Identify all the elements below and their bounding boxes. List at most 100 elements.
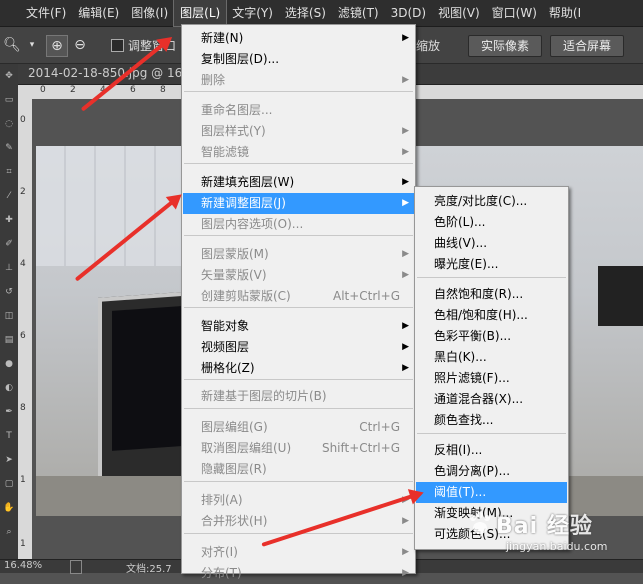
layer-menu-item[interactable]: 新建(N) ▶: [183, 28, 414, 49]
vertical-ruler[interactable]: 0 2 4 6 8 1 1: [18, 99, 32, 559]
dodge-tool-icon[interactable]: ◐: [3, 382, 15, 394]
menu-item-shortcut: Ctrl+G: [359, 420, 400, 434]
marquee-tool-icon[interactable]: ▭: [3, 94, 15, 106]
layer-menu-item: 矢量蒙版(V) ▶: [183, 265, 414, 286]
menu-item-label: 创建剪贴蒙版(C): [201, 289, 291, 303]
adjustment-menu-item[interactable]: 黑白(K)...: [416, 347, 567, 368]
adjustment-menu-item[interactable]: 亮度/对比度(C)...: [416, 191, 567, 212]
document-size[interactable]: 文档:25.7: [126, 560, 172, 575]
submenu-arrow-icon: ▶: [402, 321, 409, 331]
layer-menu-item[interactable]: 视频图层 ▶: [183, 337, 414, 358]
zoom-level[interactable]: 16.48%: [4, 560, 42, 571]
menu-item-label: 栅格化(Z): [201, 361, 255, 375]
submenu-arrow-icon: ▶: [402, 177, 409, 187]
menu-item-label: 视频图层: [201, 340, 250, 354]
adjustment-menu-item[interactable]: 阈值(T)...: [416, 482, 567, 503]
menu-item-label: 阈值(T)...: [434, 485, 487, 499]
menu-window[interactable]: 窗口(W): [486, 0, 543, 26]
ruler-v-label: 8: [20, 403, 26, 413]
adjustment-menu-item[interactable]: 通道混合器(X)...: [416, 389, 567, 410]
zoom-in-icon[interactable]: ⊕: [46, 35, 68, 57]
tool-preset-chevron-down-icon[interactable]: ▾: [22, 35, 42, 55]
layer-menu-item: 删除 ▶: [183, 70, 414, 91]
eraser-tool-icon[interactable]: ◫: [3, 310, 15, 322]
menu-edit[interactable]: 编辑(E): [72, 0, 125, 26]
menu-layer[interactable]: 图层(L): [173, 0, 228, 27]
menu-item-label: 图层蒙版(M): [201, 247, 269, 261]
blur-tool-icon[interactable]: ●: [3, 358, 15, 370]
crop-tool-icon[interactable]: ⌗: [3, 166, 15, 178]
menu-filter[interactable]: 滤镜(T): [332, 0, 385, 26]
layer-menu-item: 对齐(I) ▶: [183, 542, 414, 563]
hand-tool-icon[interactable]: ✋: [3, 502, 15, 514]
layer-menu-item: 智能滤镜 ▶: [183, 142, 414, 163]
eyedropper-tool-icon[interactable]: ⁄: [3, 190, 15, 202]
menu-image[interactable]: 图像(I): [125, 0, 174, 26]
menu-item-label: 黑白(K)...: [434, 350, 487, 364]
stamp-tool-icon[interactable]: ⊥: [3, 262, 15, 274]
layer-menu-item: 图层样式(Y) ▶: [183, 121, 414, 142]
menu-item-label: 颜色查找...: [434, 413, 494, 427]
menu-3d[interactable]: 3D(D): [385, 0, 432, 26]
menu-bar: 文件(F) 编辑(E) 图像(I) 图层(L) 文字(Y) 选择(S) 滤镜(T…: [0, 0, 643, 27]
quick-select-tool-icon[interactable]: ✎: [3, 142, 15, 154]
menu-separator: [417, 277, 566, 278]
adjustment-menu-item[interactable]: 色彩平衡(B)...: [416, 326, 567, 347]
move-tool-icon[interactable]: ✥: [3, 70, 15, 82]
adjustment-menu-item[interactable]: 曲线(V)...: [416, 233, 567, 254]
lasso-tool-icon[interactable]: ◌: [3, 118, 15, 130]
actual-pixels-button[interactable]: 实际像素: [468, 35, 542, 57]
adjustment-menu-item[interactable]: 自然饱和度(R)...: [416, 284, 567, 305]
adjustment-menu-item[interactable]: 照片滤镜(F)...: [416, 368, 567, 389]
adjustment-menu-item[interactable]: 色阶(L)...: [416, 212, 567, 233]
document-title: 2014-02-18-850.jpg @ 16.5: [28, 66, 194, 80]
menu-view[interactable]: 视图(V): [432, 0, 486, 26]
layer-menu-item: 分布(T) ▶: [183, 563, 414, 584]
menu-type[interactable]: 文字(Y): [226, 0, 279, 26]
healing-tool-icon[interactable]: ✚: [3, 214, 15, 226]
menu-item-label: 色彩平衡(B)...: [434, 329, 512, 343]
submenu-arrow-icon: ▶: [402, 516, 409, 526]
ruler-h-label: 0: [40, 85, 46, 95]
layer-menu-item: 隐藏图层(R): [183, 459, 414, 480]
menu-select[interactable]: 选择(S): [279, 0, 332, 26]
adjustment-menu-item[interactable]: 色相/饱和度(H)...: [416, 305, 567, 326]
fit-screen-button[interactable]: 适合屏幕: [550, 35, 624, 57]
zoom-out-icon[interactable]: ⊖: [70, 35, 90, 55]
layer-menu-item: 取消图层编组(U) Shift+Ctrl+G: [183, 438, 414, 459]
menu-help[interactable]: 帮助(I: [543, 0, 587, 26]
watermark-brand: Bai 经验: [496, 514, 593, 539]
layer-menu-item[interactable]: 新建调整图层(J) ▶: [183, 193, 414, 214]
submenu-arrow-icon: ▶: [402, 126, 409, 136]
menu-separator: [184, 379, 413, 380]
menu-item-label: 分布(T): [201, 566, 242, 580]
brush-tool-icon[interactable]: ✐: [3, 238, 15, 250]
layer-menu-item[interactable]: 栅格化(Z) ▶: [183, 358, 414, 379]
layer-menu-item[interactable]: 新建填充图层(W) ▶: [183, 172, 414, 193]
type-tool-icon[interactable]: T: [3, 430, 15, 442]
menu-item-label: 取消图层编组(U): [201, 441, 292, 455]
adjustment-menu-item[interactable]: 反相(I)...: [416, 440, 567, 461]
resize-windows-checkbox[interactable]: [111, 39, 124, 52]
submenu-arrow-icon: ▶: [402, 249, 409, 259]
ruler-v-label: 2: [20, 187, 26, 197]
adjustment-menu-item[interactable]: 颜色查找...: [416, 410, 567, 431]
shape-tool-icon[interactable]: ▢: [3, 478, 15, 490]
pen-tool-icon[interactable]: ✒: [3, 406, 15, 418]
layer-menu-item: 重命名图层...: [183, 100, 414, 121]
submenu-arrow-icon: ▶: [402, 75, 409, 85]
menu-file[interactable]: 文件(F): [20, 0, 72, 26]
adjustment-menu-item[interactable]: 色调分离(P)...: [416, 461, 567, 482]
zoom-tool-icon[interactable]: 🔍︎: [2, 35, 22, 55]
layer-menu-item[interactable]: 复制图层(D)...: [183, 49, 414, 70]
menu-item-label: 自然饱和度(R)...: [434, 287, 524, 301]
tools-panel: ✥ ▭ ◌ ✎ ⌗ ⁄ ✚ ✐ ⊥ ↺ ◫ ▤ ● ◐ ✒ T ➤ ▢ ✋ ⌕: [0, 64, 19, 572]
submenu-arrow-icon: ▶: [402, 363, 409, 373]
zoom-tool-panel-icon[interactable]: ⌕: [3, 526, 15, 538]
path-select-tool-icon[interactable]: ➤: [3, 454, 15, 466]
watermark: Bai 经验 jingyan.baidu.com: [466, 508, 616, 562]
adjustment-menu-item[interactable]: 曝光度(E)...: [416, 254, 567, 275]
gradient-tool-icon[interactable]: ▤: [3, 334, 15, 346]
layer-menu-item[interactable]: 智能对象 ▶: [183, 316, 414, 337]
history-brush-tool-icon[interactable]: ↺: [3, 286, 15, 298]
